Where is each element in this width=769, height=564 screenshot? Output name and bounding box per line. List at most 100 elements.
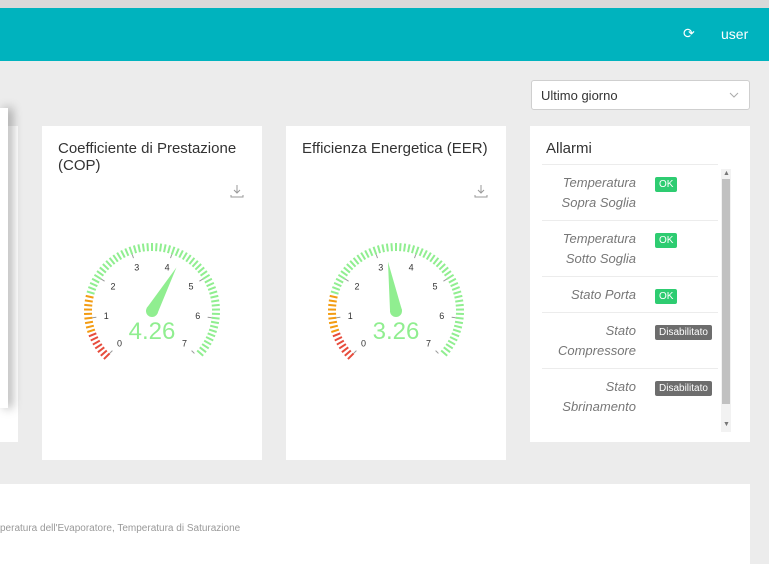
gauge-ring-segment xyxy=(329,322,337,323)
gauge-ring-segment xyxy=(208,287,215,290)
gauge-ring-segment xyxy=(439,264,445,270)
chevron-down-icon xyxy=(729,90,739,100)
gauge-tick xyxy=(101,279,104,281)
gauge-ring-segment xyxy=(404,244,405,252)
gauge-ring-segment xyxy=(84,305,92,306)
gauge-tick xyxy=(345,279,348,281)
gauge-tick-label: 1 xyxy=(104,311,109,321)
alarms-title: Allarmi xyxy=(546,140,592,157)
gauge-ring-segment xyxy=(423,250,427,257)
gauge-ring-segment xyxy=(436,261,441,267)
gauge-ring-segment xyxy=(339,344,346,348)
gauge-ring-segment xyxy=(211,322,219,323)
gauge-ring-segment xyxy=(332,287,339,290)
period-select[interactable]: Ultimo giorno xyxy=(531,80,750,110)
gauge-ring-segment xyxy=(453,330,461,332)
gauge-ring-segment xyxy=(172,247,175,255)
gauge-tick xyxy=(376,254,377,258)
gauge-ring-segment xyxy=(354,258,359,264)
gauge-ring-segment xyxy=(91,337,98,340)
status-badge: OK xyxy=(655,177,677,192)
gauge-tick xyxy=(170,254,171,258)
gauge-tick-label: 6 xyxy=(195,311,200,321)
gauge-ring-segment xyxy=(201,271,207,276)
gauge-value: 3.26 xyxy=(373,318,420,345)
status-badge: Disabilitato xyxy=(655,381,712,396)
gauge-tick-label: 0 xyxy=(117,339,122,349)
gauge-needle-hub xyxy=(390,305,402,317)
gauge-ring-segment xyxy=(455,300,463,301)
gauge-tick xyxy=(354,351,357,354)
gauge-value: 4.26 xyxy=(129,318,176,345)
gauge-ring-segment xyxy=(369,248,372,255)
gauge-ring-segment xyxy=(212,305,220,306)
gauge-ring-segment xyxy=(328,318,336,319)
gauge-ring-segment xyxy=(452,287,459,290)
gauge-ring-segment xyxy=(453,291,461,293)
alarms-scrollbar[interactable]: ▲ ▼ xyxy=(721,169,731,432)
gauge-ring-segment xyxy=(100,267,106,272)
gauge-tick-label: 7 xyxy=(426,339,431,349)
scroll-up-arrow-icon[interactable]: ▲ xyxy=(723,170,730,177)
alarm-label: Stato Porta xyxy=(542,285,636,305)
gauge-tick xyxy=(414,254,415,258)
gauge-ring-segment xyxy=(433,258,438,264)
top-strip xyxy=(0,0,769,8)
scroll-down-arrow-icon[interactable]: ▼ xyxy=(723,421,730,428)
gauge-ring-segment xyxy=(212,318,220,319)
cop-title: Coefficiente di Prestazione (COP) xyxy=(58,140,254,174)
scrollbar-thumb[interactable] xyxy=(722,179,730,404)
gauge-ring-segment xyxy=(186,255,191,262)
gauge-tick-label: 6 xyxy=(439,311,444,321)
gauge-ring-segment xyxy=(337,341,344,345)
gauge-ring-segment xyxy=(203,275,210,279)
gauge-tick-label: 2 xyxy=(355,282,360,292)
gauge-ring-segment xyxy=(211,300,219,301)
eer-title: Efficienza Energetica (EER) xyxy=(302,140,498,157)
status-badge: OK xyxy=(655,289,677,304)
gauge-ring-segment xyxy=(391,243,392,251)
gauge-tick-label: 3 xyxy=(378,263,383,273)
gauge-ring-segment xyxy=(408,244,410,252)
gauge-ring-segment xyxy=(333,333,340,336)
gauge-ring-segment xyxy=(97,271,103,276)
gauge-ring-segment xyxy=(160,244,161,252)
gauge-ring-segment xyxy=(361,253,365,260)
gauge-ring-segment xyxy=(202,344,209,348)
alarms-card: Allarmi Temperatura Sopra Soglia OK Temp… xyxy=(530,126,750,442)
download-icon[interactable] xyxy=(230,184,244,198)
cop-gauge: 012345674.26 xyxy=(77,236,227,376)
bottom-chart-card: peratura dell'Evaporatore, Temperatura d… xyxy=(0,484,750,564)
gauge-ring-segment xyxy=(427,253,431,260)
user-menu[interactable]: user xyxy=(721,26,748,42)
gauge-ring-segment xyxy=(104,353,110,359)
gauge-ring-segment xyxy=(331,330,339,332)
gauge-ring-segment xyxy=(335,337,342,340)
refresh-icon[interactable]: ⟳ xyxy=(683,25,695,42)
gauge-ring-segment xyxy=(210,296,218,298)
gauge-ring-segment xyxy=(134,245,136,253)
gauge-tick xyxy=(192,351,195,354)
gauge-ring-segment xyxy=(85,322,93,323)
gauge-ring-segment xyxy=(338,275,345,279)
gauge-ring-segment xyxy=(138,244,140,252)
gauge-ring-segment xyxy=(205,279,212,283)
gauge-ring-segment xyxy=(94,275,101,279)
gauge-ring-segment xyxy=(156,243,157,251)
gauge-ring-segment xyxy=(147,243,148,251)
gauge-ring-segment xyxy=(176,248,179,255)
gauge-ring-segment xyxy=(130,247,133,255)
gauge-ring-segment xyxy=(451,283,458,286)
gauge-ring-segment xyxy=(342,347,348,352)
download-icon[interactable] xyxy=(474,184,488,198)
gauge-ring-segment xyxy=(95,344,102,348)
alarm-label: Stato Compressore xyxy=(542,321,636,361)
gauge-ring-segment xyxy=(209,330,217,332)
gauge-ring-segment xyxy=(125,248,128,255)
gauge-ring-segment xyxy=(330,296,338,298)
gauge-tick xyxy=(443,279,446,281)
gauge-ring-segment xyxy=(88,287,95,290)
gauge-ring-segment xyxy=(456,305,464,306)
gauge-tick-label: 7 xyxy=(182,339,187,349)
gauge-ring-segment xyxy=(350,261,355,267)
